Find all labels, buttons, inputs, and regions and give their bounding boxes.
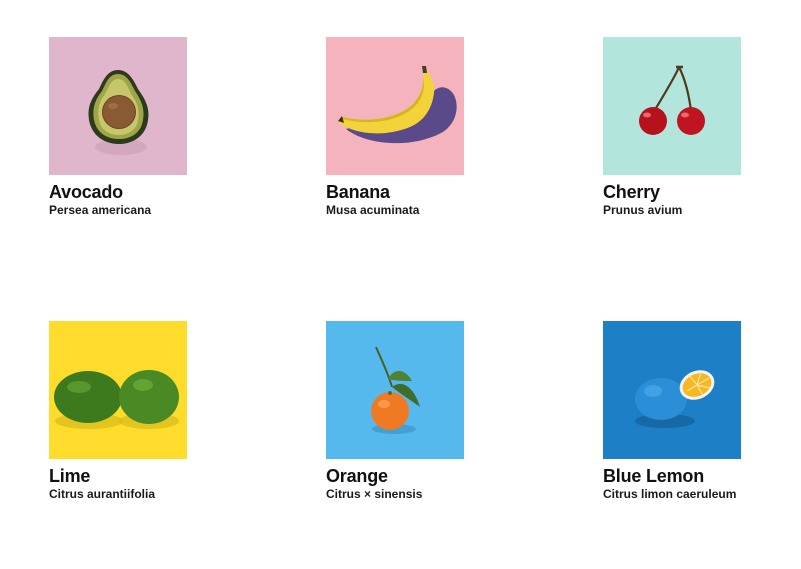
blue-lemon-icon xyxy=(603,321,741,459)
cherry-image[interactable] xyxy=(603,37,741,175)
lime-icon xyxy=(49,321,187,459)
fruit-card-blue-lemon[interactable]: Blue Lemon Citrus limon caeruleum xyxy=(603,321,801,502)
avocado-image[interactable] xyxy=(49,37,187,175)
fruit-latin-name: Citrus × sinensis xyxy=(326,487,423,501)
fruit-name: Orange xyxy=(326,466,388,486)
fruit-card-orange[interactable]: Orange Citrus × sinensis xyxy=(326,321,526,502)
fruit-card-cherry[interactable]: Cherry Prunus avium xyxy=(603,37,801,218)
orange-icon xyxy=(326,321,464,459)
orange-image[interactable] xyxy=(326,321,464,459)
cherry-icon xyxy=(603,37,741,175)
fruit-card-avocado[interactable]: Avocado Persea americana xyxy=(49,37,249,218)
fruit-name: Lime xyxy=(49,466,91,486)
fruit-name: Banana xyxy=(326,182,390,202)
fruit-card-banana[interactable]: Banana Musa acuminata xyxy=(326,37,526,218)
fruit-name: Blue Lemon xyxy=(603,466,705,486)
fruit-latin-name: Musa acuminata xyxy=(326,203,420,217)
blue-lemon-image[interactable] xyxy=(603,321,741,459)
banana-image[interactable] xyxy=(326,37,464,175)
fruit-latin-name: Prunus avium xyxy=(603,203,683,217)
lime-image[interactable] xyxy=(49,321,187,459)
fruit-latin-name: Citrus limon caeruleum xyxy=(603,487,737,501)
avocado-icon xyxy=(49,37,187,175)
fruit-card-lime[interactable]: Lime Citrus aurantiifolia xyxy=(49,321,249,502)
fruit-name: Avocado xyxy=(49,182,123,202)
banana-icon xyxy=(326,37,464,175)
fruit-latin-name: Persea americana xyxy=(49,203,152,217)
fruit-name: Cherry xyxy=(603,182,660,202)
fruit-latin-name: Citrus aurantiifolia xyxy=(49,487,156,501)
